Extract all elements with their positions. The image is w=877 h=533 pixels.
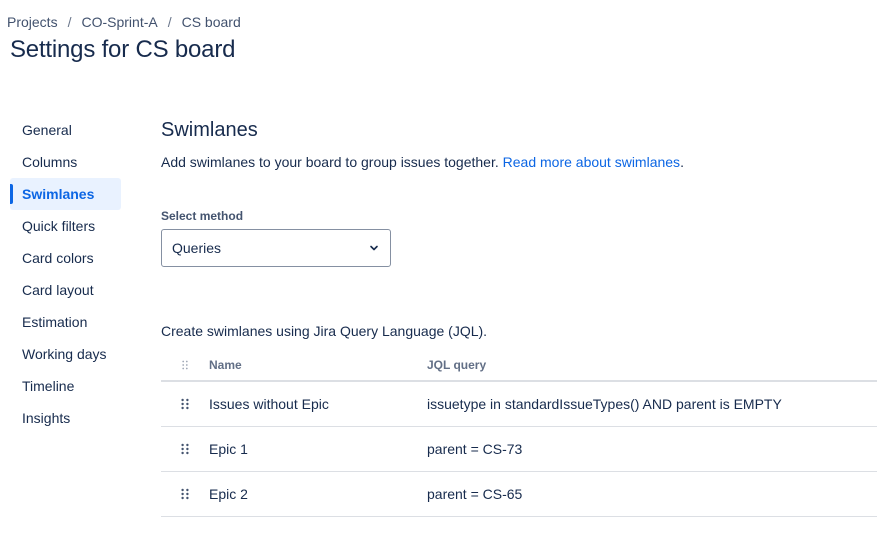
- sidebar-item-insights[interactable]: Insights: [10, 402, 121, 434]
- drag-handle-icon[interactable]: [181, 443, 189, 455]
- column-header-jql: JQL query: [427, 358, 487, 372]
- table-row: Issues without Epic issuetype in standar…: [161, 382, 877, 427]
- column-header-name: Name: [209, 358, 242, 372]
- section-title: Swimlanes: [161, 119, 258, 141]
- swimlane-name[interactable]: Issues without Epic: [209, 396, 427, 412]
- sidebar-item-working-days[interactable]: Working days: [10, 338, 121, 370]
- swimlane-jql[interactable]: parent = CS-65: [427, 486, 877, 502]
- swimlanes-table: Name JQL query Issues without Epic issue…: [161, 350, 877, 517]
- table-row: Epic 1 parent = CS-73: [161, 427, 877, 472]
- description-end: .: [680, 154, 684, 170]
- breadcrumb-board[interactable]: CS board: [182, 14, 241, 30]
- swimlane-name[interactable]: Epic 1: [209, 441, 427, 457]
- table-header: Name JQL query: [161, 350, 877, 382]
- jql-intro: Create swimlanes using Jira Query Langua…: [161, 323, 488, 339]
- drag-handle[interactable]: [161, 398, 209, 410]
- page-title: Settings for CS board: [10, 36, 236, 63]
- sidebar-item-card-colors[interactable]: Card colors: [10, 242, 121, 274]
- sidebar-item-columns[interactable]: Columns: [10, 146, 121, 178]
- drag-handle-icon[interactable]: [181, 398, 189, 410]
- breadcrumb-projects[interactable]: Projects: [7, 14, 58, 30]
- breadcrumb-project[interactable]: CO-Sprint-A: [81, 14, 157, 30]
- drag-handle-header: [161, 360, 209, 370]
- swimlane-jql[interactable]: parent = CS-73: [427, 441, 877, 457]
- breadcrumb-separator: /: [67, 14, 72, 30]
- select-method-label: Select method: [161, 209, 244, 223]
- sidebar-item-estimation[interactable]: Estimation: [10, 306, 121, 338]
- settings-sidebar: General Columns Swimlanes Quick filters …: [10, 114, 121, 434]
- drag-handle-icon: [182, 360, 188, 370]
- swimlanes-settings: Swimlanes Add swimlanes to your board to…: [161, 116, 877, 517]
- section-description: Add swimlanes to your board to group iss…: [161, 154, 684, 170]
- sidebar-item-general[interactable]: General: [10, 114, 121, 146]
- sidebar-item-quick-filters[interactable]: Quick filters: [10, 210, 121, 242]
- sidebar-item-card-layout[interactable]: Card layout: [10, 274, 121, 306]
- breadcrumb: Projects / CO-Sprint-A / CS board: [7, 14, 241, 30]
- table-row: Epic 2 parent = CS-65: [161, 472, 877, 517]
- description-text: Add swimlanes to your board to group iss…: [161, 154, 499, 170]
- drag-handle[interactable]: [161, 443, 209, 455]
- breadcrumb-separator: /: [167, 14, 172, 30]
- chevron-down-icon: [368, 242, 380, 254]
- drag-handle[interactable]: [161, 488, 209, 500]
- drag-handle-icon[interactable]: [181, 488, 189, 500]
- swimlane-name[interactable]: Epic 2: [209, 486, 427, 502]
- sidebar-item-timeline[interactable]: Timeline: [10, 370, 121, 402]
- sidebar-item-swimlanes[interactable]: Swimlanes: [10, 178, 121, 210]
- select-method-dropdown[interactable]: Queries: [161, 229, 391, 267]
- read-more-link[interactable]: Read more about swimlanes: [503, 154, 680, 170]
- swimlane-jql[interactable]: issuetype in standardIssueTypes() AND pa…: [427, 396, 877, 412]
- select-method-value: Queries: [172, 240, 222, 256]
